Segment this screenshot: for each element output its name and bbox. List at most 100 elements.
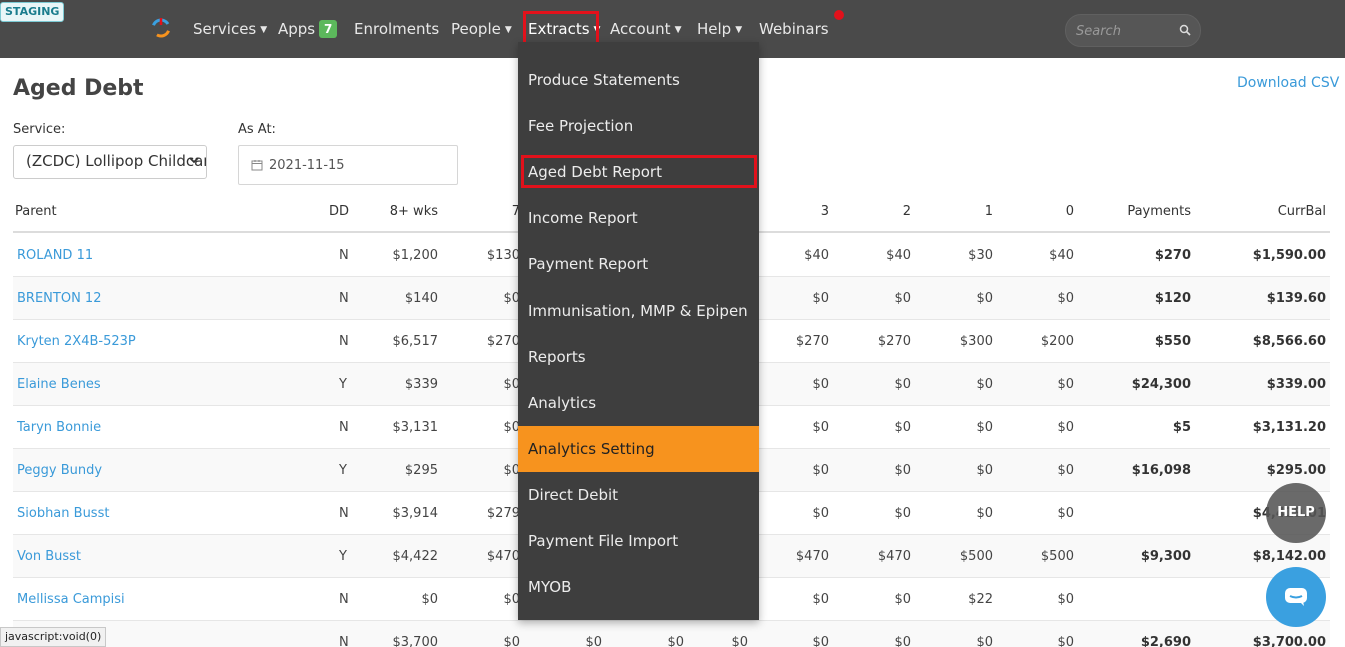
staging-badge: STAGING [0, 2, 65, 22]
payments-cell: $550 [1154, 334, 1191, 349]
chat-button[interactable] [1266, 567, 1326, 627]
wk7-cell: $0 [503, 420, 520, 435]
search-icon[interactable] [1179, 24, 1191, 36]
parent-name-link[interactable]: Mellissa Campisi [17, 592, 125, 607]
wk1-cell: $0 [976, 291, 993, 306]
dd-cell: N [339, 506, 349, 521]
col-0[interactable]: 0 [1032, 204, 1074, 219]
col-3[interactable]: 3 [787, 204, 829, 219]
service-select-value: (ZCDC) Lollipop Childcare [26, 152, 207, 170]
col-currbal[interactable]: CurrBal [1223, 204, 1326, 219]
nav-enrolments[interactable]: Enrolments [354, 17, 439, 41]
wk1-cell: $30 [968, 248, 993, 263]
col-parent[interactable]: Parent [15, 204, 57, 219]
col-7[interactable]: 7 [478, 204, 520, 219]
search-box[interactable] [1065, 14, 1201, 47]
asat-label: As At: [238, 122, 276, 137]
nav-services[interactable]: Services ▼ [193, 17, 267, 41]
payments-cell: $120 [1154, 291, 1191, 306]
col-8wks[interactable]: 8+ wks [378, 204, 438, 219]
col-payments[interactable]: Payments [1101, 204, 1191, 219]
extracts-menu-item[interactable]: Analytics [518, 380, 759, 426]
parent-name-link[interactable]: Kryten 2X4B-523P [17, 334, 136, 349]
download-csv-link[interactable]: Download CSV [1237, 75, 1339, 91]
wk3-cell: $0 [812, 506, 829, 521]
wk2-cell: $40 [886, 248, 911, 263]
parent-name-link[interactable]: Taryn Bonnie [17, 420, 101, 435]
wk7-cell: $0 [503, 377, 520, 392]
nav-account[interactable]: Account ▼ [610, 17, 682, 41]
app-logo-icon[interactable] [150, 16, 172, 38]
col-2[interactable]: 2 [869, 204, 911, 219]
wks8-cell: $140 [404, 291, 438, 306]
caret-down-icon: ▼ [674, 24, 682, 35]
extracts-menu-item[interactable]: Payment Report [518, 241, 759, 287]
col-1[interactable]: 1 [951, 204, 993, 219]
help-button[interactable]: HELP [1266, 483, 1326, 543]
wk3-cell: $0 [812, 420, 829, 435]
nav-apps[interactable]: Apps 7 [278, 17, 338, 41]
parent-name-link[interactable]: Von Busst [17, 549, 81, 564]
wk1-cell: $0 [976, 377, 993, 392]
wk0-cell: $0 [1057, 506, 1074, 521]
extracts-menu-item[interactable]: Reports [518, 334, 759, 380]
wks8-cell: $3,914 [392, 506, 439, 521]
extracts-menu-item[interactable]: Produce Statements [518, 57, 759, 103]
parent-name-link[interactable]: Siobhan Busst [17, 506, 109, 521]
extracts-menu-item[interactable]: Analytics Setting [518, 425, 759, 472]
parent-name-link[interactable]: Elaine Benes [17, 377, 101, 392]
service-label: Service: [13, 122, 66, 137]
wk1-cell: $0 [976, 506, 993, 521]
payments-cell: $2,690 [1140, 635, 1191, 647]
extracts-menu-item[interactable]: Income Report [518, 195, 759, 241]
asat-date-input[interactable]: 2021-11-15 [238, 145, 458, 185]
wk2-cell: $0 [894, 377, 911, 392]
extracts-menu-item[interactable]: Direct Debit [518, 472, 759, 518]
currbal-cell: $8,566.60 [1252, 334, 1326, 349]
nav-help[interactable]: Help ▼ [697, 17, 742, 41]
col-dd[interactable]: DD [329, 204, 349, 219]
payments-cell: $270 [1154, 248, 1191, 263]
wk1-cell: $22 [968, 592, 993, 607]
extracts-menu-item[interactable]: Fee Projection [518, 103, 759, 149]
wk7-cell: $470 [486, 549, 520, 564]
dd-cell: N [339, 592, 349, 607]
apps-count-badge: 7 [319, 20, 338, 38]
wks8-cell: $6,517 [392, 334, 439, 349]
wk3-cell: $0 [812, 291, 829, 306]
search-input[interactable] [1076, 22, 1171, 40]
chat-bubble-icon [1285, 588, 1307, 606]
currbal-cell: $8,142.00 [1252, 549, 1326, 564]
nav-webinars[interactable]: Webinars [759, 17, 829, 41]
wk7-cell: $0 [503, 463, 520, 478]
table-row: Charles N $3,700 $0 $0 $0 $0 $0 $0 $0 $0… [13, 621, 1330, 647]
parent-name-link[interactable]: ROLAND 11 [17, 248, 93, 263]
wk7-cell: $279 [486, 506, 520, 521]
parent-name-link[interactable]: Peggy Bundy [17, 463, 102, 478]
extracts-dropdown-menu: Produce Statements Fee Projection Aged Deb… [518, 42, 759, 620]
wk1-cell: $300 [959, 334, 993, 349]
wk3-cell: $40 [804, 248, 829, 263]
service-select[interactable]: (ZCDC) Lollipop Childcare [13, 145, 207, 179]
currbal-cell: $139.60 [1266, 291, 1326, 306]
parent-name-link[interactable]: BRENTON 12 [17, 291, 101, 306]
extracts-menu-item[interactable]: Immunisation, MMP & Epipen [518, 288, 759, 334]
extracts-menu-item[interactable]: MYOB [518, 564, 759, 610]
wks8-cell: $3,700 [392, 635, 439, 647]
wk2-cell: $270 [877, 334, 911, 349]
wk3-cell: $0 [812, 592, 829, 607]
wks8-cell: $0 [421, 592, 438, 607]
wk2-cell: $0 [894, 592, 911, 607]
wk3-cell: $470 [795, 549, 829, 564]
aged-debt-highlight-box [521, 155, 757, 188]
nav-account-label: Account [610, 20, 671, 38]
extracts-menu-item[interactable]: Payment File Import [518, 518, 759, 564]
nav-people[interactable]: People ▼ [451, 17, 512, 41]
currbal-cell: $295.00 [1266, 463, 1326, 478]
wk0-cell: $0 [1057, 420, 1074, 435]
extracts-highlight-box [523, 11, 599, 46]
wk0-cell: $200 [1040, 334, 1074, 349]
dd-cell: N [339, 291, 349, 306]
caret-down-icon: ▼ [735, 24, 743, 35]
wk3-cell: $0 [812, 377, 829, 392]
